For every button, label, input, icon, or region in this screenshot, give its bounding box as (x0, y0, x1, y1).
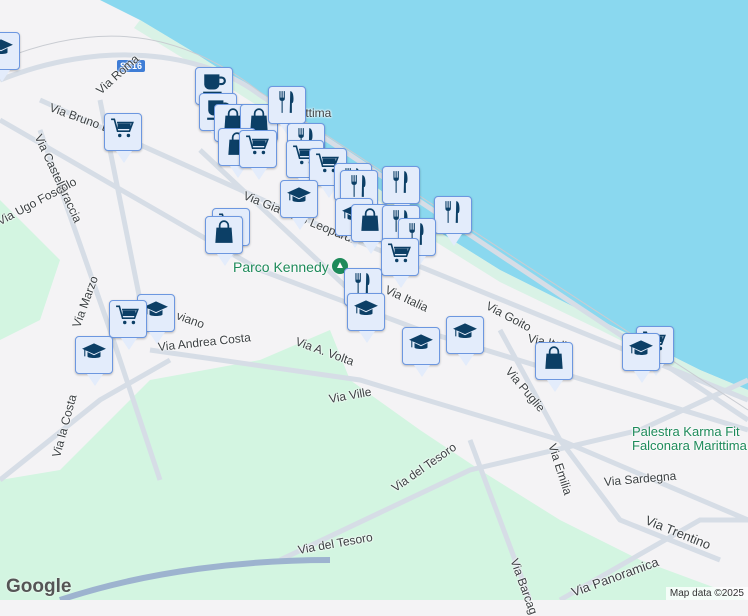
grad-icon (286, 183, 312, 215)
google-logo: Google (6, 576, 72, 597)
bag-marker[interactable] (205, 216, 243, 266)
cart-icon (115, 303, 141, 335)
grad-marker[interactable] (280, 180, 318, 230)
poi-label[interactable]: Parco Kennedy (233, 259, 329, 275)
grad-icon (452, 319, 478, 351)
cart-icon (110, 116, 136, 148)
grad-marker[interactable] (0, 32, 20, 82)
restaurant-marker[interactable] (382, 166, 420, 216)
cart-marker[interactable] (381, 238, 419, 288)
grad-marker[interactable] (402, 327, 440, 377)
cart-marker[interactable] (109, 300, 147, 350)
grad-marker[interactable] (622, 333, 660, 383)
grad-icon (628, 336, 654, 368)
poi-label[interactable]: Palestra Karma Fit (632, 424, 740, 439)
poi-label[interactable]: Falconara Marittima (632, 438, 747, 453)
bag-icon (357, 207, 383, 239)
cart-icon (387, 241, 413, 273)
cart-marker[interactable] (239, 130, 277, 180)
restaurant-icon (274, 89, 300, 121)
restaurant-icon (388, 169, 414, 201)
grad-icon (81, 339, 107, 371)
restaurant-marker[interactable] (434, 196, 472, 246)
restaurant-icon (440, 199, 466, 231)
bag-icon (541, 345, 567, 377)
grad-marker[interactable] (347, 293, 385, 343)
grad-icon (408, 330, 434, 362)
bag-marker[interactable] (535, 342, 573, 392)
cart-icon (245, 133, 271, 165)
grad-icon (353, 296, 379, 328)
grad-icon (0, 35, 14, 67)
bag-icon (211, 219, 237, 251)
grad-marker[interactable] (75, 336, 113, 386)
grad-marker[interactable] (446, 316, 484, 366)
cart-marker[interactable] (104, 113, 142, 163)
attribution[interactable]: Map data ©2025 (665, 587, 748, 600)
restaurant-marker[interactable] (268, 86, 306, 136)
